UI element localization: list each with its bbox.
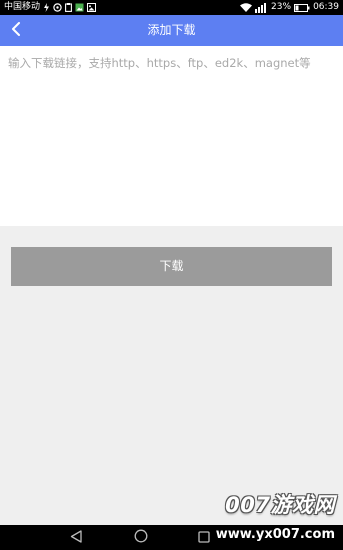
link-input-area bbox=[0, 46, 343, 226]
watermark-url: www.yx007.com bbox=[215, 527, 335, 542]
carrier-name: 中国移动 bbox=[4, 2, 41, 12]
status-bar-right: 23% 06:39 bbox=[240, 0, 339, 15]
watermark-brand: 007游戏网 bbox=[225, 493, 335, 517]
battery-icon bbox=[294, 0, 310, 15]
clipboard-icon bbox=[65, 0, 72, 15]
status-bar-left: 中国移动 bbox=[4, 0, 97, 15]
usb-icon bbox=[43, 0, 50, 15]
nav-home-icon bbox=[134, 528, 148, 547]
wifi-icon bbox=[240, 0, 253, 15]
nav-recent-apps-icon bbox=[198, 528, 210, 547]
photo-icon bbox=[87, 0, 97, 15]
signal-icon bbox=[255, 0, 268, 15]
notification-app-icon bbox=[53, 0, 62, 15]
clock: 06:39 bbox=[313, 2, 339, 12]
download-link-input[interactable] bbox=[0, 46, 343, 226]
nav-back-icon bbox=[70, 528, 82, 547]
nav-home-button[interactable] bbox=[121, 525, 161, 550]
download-button[interactable]: 下载 bbox=[11, 247, 332, 286]
nav-back-button[interactable] bbox=[56, 525, 96, 550]
battery-percent: 23% bbox=[271, 2, 292, 12]
status-bar: 中国移动 23% 06:39 bbox=[0, 0, 343, 15]
page-title: 添加下载 bbox=[147, 23, 196, 37]
image-icon bbox=[75, 0, 84, 15]
app-bar: 添加下载 bbox=[0, 15, 343, 46]
